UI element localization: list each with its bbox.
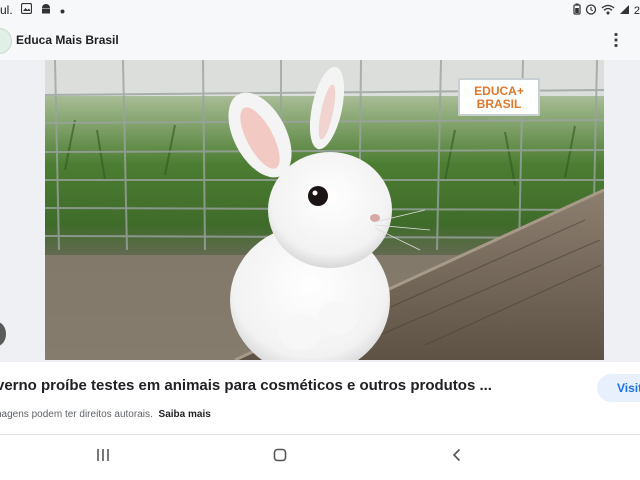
gallery-icon bbox=[20, 2, 32, 17]
dot-icon bbox=[60, 3, 65, 17]
logo-line-2: BRASIL bbox=[476, 97, 522, 111]
home-icon[interactable] bbox=[268, 448, 292, 468]
site-name[interactable]: Educa Mais Brasil bbox=[16, 33, 119, 47]
alarm-icon bbox=[585, 3, 597, 18]
signal-icon bbox=[619, 4, 630, 18]
recents-icon[interactable] bbox=[91, 448, 115, 468]
logo-line-1: EDUCA+ bbox=[474, 84, 524, 98]
android-icon bbox=[40, 3, 52, 17]
android-nav-bar bbox=[0, 435, 640, 480]
status-bar: ul. 2 bbox=[0, 0, 640, 22]
more-vert-icon[interactable] bbox=[612, 32, 620, 48]
visit-button[interactable]: Visit bbox=[597, 374, 640, 402]
copyright-notice: nagens podem ter direitos autorais. Saib… bbox=[0, 409, 211, 420]
carrier-text: ul. bbox=[0, 3, 13, 17]
status-bar-left: ul. bbox=[0, 2, 65, 17]
wifi-icon bbox=[601, 4, 615, 18]
learn-more-link[interactable]: Saiba mais bbox=[159, 409, 211, 420]
result-details: verno proíbe testes em animais para cosm… bbox=[0, 362, 640, 434]
educa-brasil-logo: EDUCA+ BRASIL bbox=[458, 78, 540, 116]
result-header: Educa Mais Brasil bbox=[0, 22, 640, 60]
result-title[interactable]: verno proíbe testes em animais para cosm… bbox=[0, 377, 492, 394]
back-icon[interactable] bbox=[445, 448, 469, 468]
clock-text: 2 bbox=[633, 4, 640, 17]
site-favicon bbox=[0, 28, 12, 54]
status-bar-right: 2 bbox=[573, 3, 640, 18]
copyright-text: nagens podem ter direitos autorais. bbox=[0, 409, 153, 420]
image-preview-area: EDUCA+ BRASIL bbox=[0, 60, 640, 362]
battery-icon bbox=[573, 3, 581, 18]
